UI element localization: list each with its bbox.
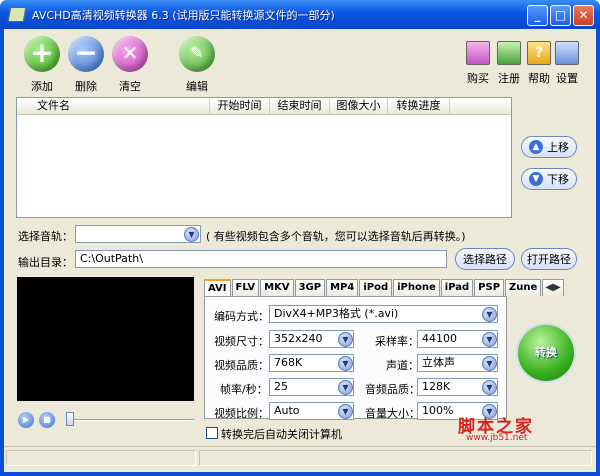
help-icon: ?: [527, 41, 551, 65]
file-list[interactable]: 文件名 开始时间 结束时间 图像大小 转换进度: [16, 97, 512, 218]
status-cell-right: [199, 450, 592, 466]
delete-button[interactable]: − 删除: [66, 36, 106, 94]
chevron-down-icon[interactable]: ▼: [482, 356, 497, 371]
register-label: 注册: [498, 72, 520, 85]
column-progress[interactable]: 转换进度: [388, 98, 450, 115]
chevron-down-icon[interactable]: ▼: [482, 307, 497, 322]
plus-icon: +: [24, 36, 60, 72]
column-image-size[interactable]: 图像大小: [330, 98, 388, 115]
column-end-time[interactable]: 结束时间: [270, 98, 330, 115]
select-path-button[interactable]: 选择路径: [455, 248, 515, 270]
sample-rate-label: 采样率：: [375, 335, 419, 348]
file-list-header: 文件名 开始时间 结束时间 图像大小 转换进度: [17, 98, 511, 115]
x-icon: ✕: [112, 36, 148, 72]
chevron-down-icon[interactable]: ▼: [482, 380, 497, 395]
tab-scroll-button[interactable]: ◀▶: [542, 279, 564, 296]
move-down-label: 下移: [547, 173, 569, 186]
chevron-down-icon[interactable]: ▼: [338, 380, 353, 395]
settings-button[interactable]: 设置: [552, 41, 582, 86]
buy-label: 购买: [467, 72, 489, 85]
format-tabs: AVI FLV MKV 3GP MP4 iPod iPhone iPad PSP…: [204, 279, 565, 297]
video-quality-label: 视频品质：: [214, 359, 269, 372]
add-label: 添加: [31, 80, 53, 93]
fps-label: 帧率/秒：: [220, 383, 268, 396]
help-label: 帮助: [528, 72, 550, 85]
video-preview: [17, 277, 194, 401]
clear-button[interactable]: ✕ 清空: [110, 36, 150, 94]
clear-label: 清空: [119, 80, 141, 93]
output-path-input[interactable]: C:\OutPath\: [75, 250, 447, 268]
tab-ipod[interactable]: iPod: [359, 279, 393, 296]
watermark-url: www.jb51.net: [466, 433, 528, 443]
cart-icon: [466, 41, 490, 65]
output-dir-label: 输出目录：: [18, 256, 73, 269]
encoding-label: 编码方式：: [214, 310, 269, 323]
tab-avi[interactable]: AVI: [204, 279, 231, 297]
audio-track-hint: ( 有些视频包含多个音轨，您可以选择音轨后再转换。): [206, 230, 466, 243]
tab-ipad[interactable]: iPad: [440, 279, 474, 296]
convert-button[interactable]: 转换: [518, 325, 574, 381]
chevron-down-icon[interactable]: ▼: [338, 404, 353, 419]
key-icon: [497, 41, 521, 65]
column-filename[interactable]: 文件名: [17, 98, 210, 115]
move-down-button[interactable]: ▼ 下移: [521, 168, 577, 190]
maximize-button[interactable]: □: [550, 5, 571, 26]
move-up-button[interactable]: ▲ 上移: [521, 136, 577, 158]
edit-label: 编辑: [186, 80, 208, 93]
chevron-right-icon: ▶: [553, 282, 561, 293]
encoding-select[interactable]: DivX4+MP3格式 (*.avi): [269, 305, 498, 323]
down-arrow-icon: ▼: [529, 172, 543, 186]
edit-icon: ✎: [179, 36, 215, 72]
chevron-down-icon[interactable]: ▼: [338, 332, 353, 347]
delete-label: 删除: [75, 80, 97, 93]
chevron-left-icon: ◀: [545, 282, 554, 293]
status-cell-left: [6, 450, 196, 466]
tab-iphone[interactable]: iPhone: [393, 279, 440, 296]
buy-button[interactable]: 购买: [463, 41, 493, 86]
edit-button[interactable]: ✎ 编辑: [177, 36, 217, 94]
move-up-label: 上移: [547, 141, 569, 154]
convert-label: 转换: [535, 346, 557, 359]
status-bar: [4, 446, 596, 468]
help-button[interactable]: ? 帮助: [524, 41, 554, 86]
tab-3gp[interactable]: 3GP: [294, 279, 326, 296]
open-path-button[interactable]: 打开路径: [521, 248, 577, 270]
shutdown-checkbox-label[interactable]: 转换完后自动关闭计算机: [221, 426, 342, 442]
shutdown-checkbox[interactable]: [206, 427, 218, 439]
register-button[interactable]: 注册: [494, 41, 524, 86]
settings-label: 设置: [556, 72, 578, 85]
chevron-down-icon[interactable]: ▼: [482, 332, 497, 347]
stop-icon[interactable]: ■: [39, 412, 55, 428]
video-size-label: 视频尺寸：: [214, 335, 269, 348]
chevron-down-icon[interactable]: ▼: [184, 227, 199, 242]
seek-track[interactable]: [66, 419, 194, 421]
window-title: AVCHD高清视频转换器 6.3 (试用版只能转换源文件的一部分): [32, 9, 335, 22]
close-button[interactable]: ✕: [573, 5, 594, 26]
tab-psp[interactable]: PSP: [474, 279, 505, 296]
tab-flv[interactable]: FLV: [231, 279, 260, 296]
aspect-ratio-label: 视频比例：: [214, 407, 269, 420]
minimize-button[interactable]: _: [527, 5, 548, 26]
column-start-time[interactable]: 开始时间: [210, 98, 270, 115]
chevron-down-icon[interactable]: ▼: [338, 356, 353, 371]
title-bar[interactable]: AVCHD高清视频转换器 6.3 (试用版只能转换源文件的一部分) _ □ ✕: [0, 0, 600, 29]
seek-slider-handle[interactable]: [66, 412, 74, 426]
up-arrow-icon: ▲: [529, 140, 543, 154]
minus-icon: −: [68, 36, 104, 72]
audio-track-select[interactable]: [75, 225, 201, 243]
add-button[interactable]: + 添加: [22, 36, 62, 94]
app-icon: [7, 7, 27, 22]
audio-quality-label: 音频品质：: [365, 383, 420, 396]
play-icon[interactable]: ▶: [18, 412, 34, 428]
audio-track-label: 选择音轨：: [18, 230, 73, 243]
tab-zune[interactable]: Zune: [505, 279, 542, 296]
tab-mkv[interactable]: MKV: [260, 279, 294, 296]
settings-icon: [555, 41, 579, 65]
tab-mp4[interactable]: MP4: [326, 279, 359, 296]
channel-label: 声道：: [386, 359, 419, 372]
volume-label: 音量大小：: [365, 407, 420, 420]
